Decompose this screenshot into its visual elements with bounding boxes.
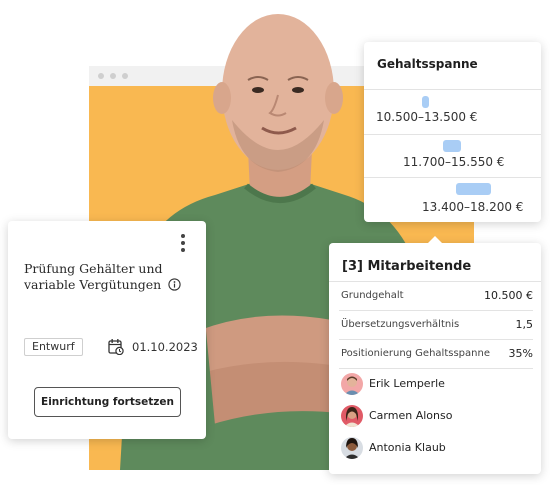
- review-task-card[interactable]: Prüfung Gehälter und variable Vergütunge…: [8, 221, 206, 439]
- window-dot: [110, 73, 116, 79]
- employee-name: Erik Lemperle: [369, 377, 445, 390]
- calendar-icon: [108, 339, 124, 355]
- metric-label: Grundgehalt: [341, 290, 404, 301]
- salary-range-row: 10.500–13.500 €: [364, 90, 541, 134]
- employee-list-item[interactable]: Carmen Alonso: [341, 405, 531, 429]
- employee-name: Antonia Klaub: [369, 441, 446, 454]
- metric-label: Positionierung Gehaltsspanne: [341, 348, 490, 359]
- metric-row: Übersetzungsverhältnis 1,5: [339, 311, 533, 340]
- metric-value: 35%: [508, 347, 533, 360]
- salary-range-row: 11.700–15.550 €: [364, 135, 541, 179]
- avatar: [341, 405, 363, 427]
- salary-range-label: 11.700–15.550 €: [403, 155, 505, 169]
- salary-range-row: 13.400–18.200 €: [364, 178, 541, 222]
- employee-name: Carmen Alonso: [369, 409, 453, 422]
- card-pointer: [428, 236, 442, 243]
- avatar: [341, 437, 363, 459]
- info-icon[interactable]: [168, 278, 181, 291]
- review-title-text: Prüfung Gehälter und variable Vergütunge…: [24, 261, 163, 292]
- salary-range-title: Gehaltsspanne: [377, 57, 478, 71]
- metric-value: 1,5: [515, 318, 534, 331]
- metric-row: Grundgehalt 10.500 €: [339, 282, 533, 311]
- employee-card-title: [3] Mitarbeitende: [342, 259, 472, 274]
- window-dot: [98, 73, 104, 79]
- status-badge: Entwurf: [24, 338, 83, 356]
- salary-range-bar: [456, 183, 491, 195]
- metric-row: Positionierung Gehaltsspanne 35%: [339, 340, 533, 369]
- metric-label: Übersetzungsverhältnis: [341, 319, 460, 330]
- avatar: [341, 373, 363, 395]
- salary-range-bar: [422, 96, 429, 108]
- salary-range-card: Gehaltsspanne 10.500–13.500 € 11.700–15.…: [364, 42, 541, 222]
- salary-range-bar: [443, 140, 461, 152]
- review-title: Prüfung Gehälter und variable Vergütunge…: [24, 261, 194, 293]
- continue-setup-button[interactable]: Einrichtung fortsetzen: [34, 387, 181, 417]
- employee-summary-card: [3] Mitarbeitende Grundgehalt 10.500 € Ü…: [329, 236, 541, 474]
- employee-list-item[interactable]: Antonia Klaub: [341, 437, 531, 461]
- salary-range-label: 10.500–13.500 €: [376, 110, 478, 124]
- metric-value: 10.500 €: [484, 289, 533, 302]
- review-date: 01.10.2023: [132, 340, 198, 354]
- kebab-menu-icon[interactable]: [179, 234, 187, 252]
- salary-range-label: 13.400–18.200 €: [422, 200, 524, 214]
- window-dot: [122, 73, 128, 79]
- employee-list-item[interactable]: Erik Lemperle: [341, 373, 531, 397]
